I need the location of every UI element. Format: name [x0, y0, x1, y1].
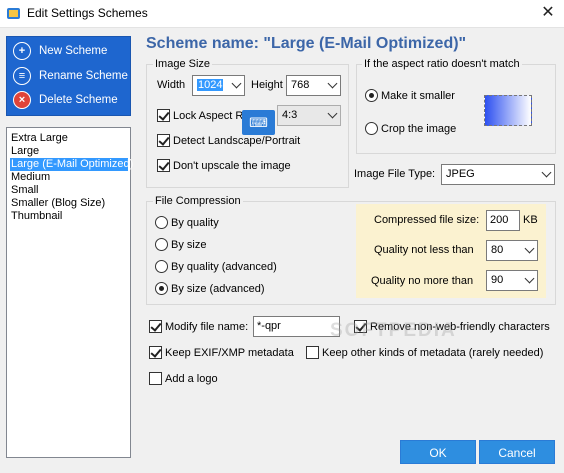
scheme-list[interactable]: Extra Large Large Large (E-Mail Optimize…: [6, 127, 133, 458]
file-type-value: JPEG: [446, 168, 475, 180]
delete-scheme-button[interactable]: × Delete Scheme: [13, 90, 118, 110]
by-quality-label: By quality: [171, 216, 219, 229]
crop-image-radio[interactable]: Crop the image: [365, 122, 456, 135]
checkbox-box[interactable]: [149, 372, 162, 385]
checkbox-box[interactable]: [149, 320, 162, 333]
file-type-label: Image File Type:: [354, 168, 436, 180]
quality-min-combo[interactable]: 80: [486, 240, 538, 261]
app-icon: [7, 8, 20, 19]
scheme-name-heading: Scheme name: "Large (E-Mail Optimized)": [146, 35, 467, 52]
keep-other-metadata-label: Keep other kinds of metadata (rarely nee…: [322, 346, 544, 359]
by-size-advanced-radio[interactable]: By size (advanced): [155, 282, 265, 295]
width-label: Width: [157, 79, 186, 91]
height-label: Height: [251, 79, 283, 91]
scheme-item[interactable]: Smaller (Blog Size): [10, 197, 128, 210]
scheme-item[interactable]: Extra Large: [10, 132, 128, 145]
by-size-advanced-label: By size (advanced): [171, 282, 265, 295]
file-compression-legend: File Compression: [153, 195, 243, 207]
height-combo[interactable]: 768: [286, 75, 341, 96]
close-icon[interactable]: ✕: [535, 2, 561, 24]
title-bar: Edit Settings Schemes ✕: [0, 0, 564, 28]
chevron-down-icon[interactable]: [231, 78, 242, 89]
ok-button[interactable]: OK: [400, 440, 476, 464]
make-smaller-label: Make it smaller: [381, 89, 455, 102]
radio-dot[interactable]: [155, 238, 168, 251]
by-quality-advanced-radio[interactable]: By quality (advanced): [155, 260, 277, 273]
keep-exif-checkbox[interactable]: Keep EXIF/XMP metadata: [149, 346, 294, 359]
aspect-preview-image: [484, 95, 532, 126]
new-scheme-label: New Scheme: [39, 45, 108, 57]
chevron-down-icon[interactable]: [327, 108, 338, 119]
detect-orientation-checkbox[interactable]: Detect Landscape/Portrait: [157, 134, 300, 147]
file-size-label: Compressed file size:: [374, 214, 480, 226]
quality-min-label: Quality not less than: [374, 244, 474, 256]
chevron-down-icon[interactable]: [524, 273, 535, 284]
scheme-item[interactable]: Thumbnail: [10, 210, 128, 223]
file-size-input[interactable]: 200: [486, 210, 520, 231]
quality-max-combo[interactable]: 90: [486, 270, 538, 291]
no-upscale-label: Don't upscale the image: [173, 159, 291, 172]
keep-exif-label: Keep EXIF/XMP metadata: [165, 346, 294, 359]
no-upscale-checkbox[interactable]: Don't upscale the image: [157, 159, 291, 172]
file-type-combo[interactable]: JPEG: [441, 164, 555, 185]
delete-scheme-icon: ×: [13, 91, 31, 109]
radio-dot[interactable]: [155, 260, 168, 273]
by-size-label: By size: [171, 238, 207, 251]
image-size-legend: Image Size: [153, 58, 213, 70]
add-logo-label: Add a logo: [165, 372, 218, 385]
modify-name-label: Modify file name:: [165, 320, 249, 333]
radio-dot[interactable]: [155, 216, 168, 229]
window-title: Edit Settings Schemes: [27, 6, 148, 20]
by-size-radio[interactable]: By size: [155, 238, 206, 251]
height-value: 768: [291, 79, 310, 91]
watermark: SOFTPEDIA: [330, 320, 457, 341]
chevron-down-icon[interactable]: [327, 78, 338, 89]
radio-dot[interactable]: [365, 89, 378, 102]
quality-min-value: 80: [491, 244, 504, 256]
checkbox-box[interactable]: [157, 159, 170, 172]
by-quality-radio[interactable]: By quality: [155, 216, 219, 229]
keyboard-icon: ⌨: [242, 110, 275, 135]
quality-max-value: 90: [491, 274, 504, 286]
checkbox-box[interactable]: [157, 134, 170, 147]
delete-scheme-label: Delete Scheme: [39, 94, 118, 106]
aspect-mismatch-legend: If the aspect ratio doesn't match: [362, 58, 522, 70]
radio-dot[interactable]: [365, 122, 378, 135]
scheme-item[interactable]: Medium: [10, 171, 128, 184]
new-scheme-icon: +: [13, 42, 31, 60]
scheme-actions-panel: + New Scheme ≡ Rename Scheme × Delete Sc…: [6, 36, 131, 116]
new-scheme-button[interactable]: + New Scheme: [13, 41, 107, 61]
checkbox-box[interactable]: [149, 346, 162, 359]
aspect-ratio-combo[interactable]: 4:3: [277, 105, 341, 126]
radio-dot[interactable]: [155, 282, 168, 295]
file-name-pattern-input[interactable]: *-qpr: [253, 316, 340, 337]
quality-max-label: Quality no more than: [371, 275, 474, 287]
modify-name-checkbox[interactable]: Modify file name:: [149, 320, 248, 333]
file-size-unit: KB: [523, 214, 538, 226]
detect-orientation-label: Detect Landscape/Portrait: [173, 134, 301, 147]
scheme-item[interactable]: Large: [10, 145, 128, 158]
rename-scheme-button[interactable]: ≡ Rename Scheme: [13, 66, 128, 86]
chevron-down-icon[interactable]: [524, 243, 535, 254]
width-combo[interactable]: 1024: [192, 75, 245, 96]
crop-image-label: Crop the image: [381, 122, 457, 135]
rename-scheme-icon: ≡: [13, 67, 31, 85]
add-logo-checkbox[interactable]: Add a logo: [149, 372, 218, 385]
by-quality-advanced-label: By quality (advanced): [171, 260, 277, 273]
make-smaller-radio[interactable]: Make it smaller: [365, 89, 455, 102]
keep-other-metadata-checkbox[interactable]: Keep other kinds of metadata (rarely nee…: [306, 346, 543, 359]
rename-scheme-label: Rename Scheme: [39, 70, 128, 82]
checkbox-box[interactable]: [306, 346, 319, 359]
scheme-item[interactable]: Small: [10, 184, 128, 197]
chevron-down-icon[interactable]: [541, 167, 552, 178]
aspect-ratio-value: 4:3: [282, 109, 298, 121]
cancel-button[interactable]: Cancel: [479, 440, 555, 464]
scheme-item-selected[interactable]: Large (E-Mail Optimized): [10, 158, 133, 171]
width-value: 1024: [197, 79, 224, 91]
checkbox-box[interactable]: [157, 109, 170, 122]
